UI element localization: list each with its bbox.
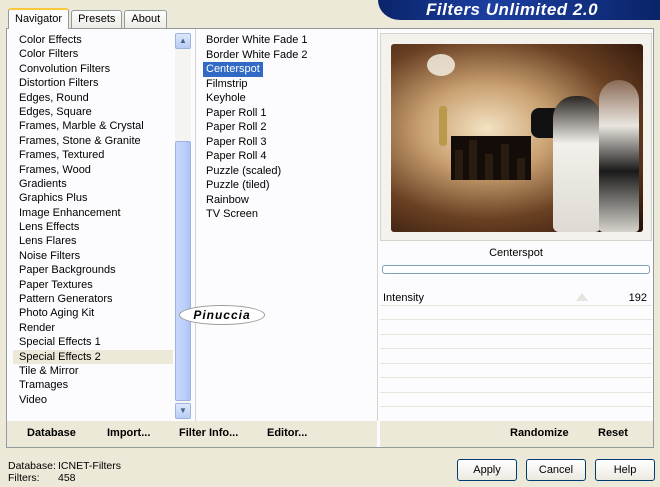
filter-item[interactable]: Paper Roll 1 bbox=[203, 106, 270, 121]
category-item[interactable]: Distortion Filters bbox=[13, 76, 173, 90]
database-value: ICNET-Filters bbox=[58, 460, 121, 472]
category-item[interactable]: Gradients bbox=[13, 177, 173, 191]
category-item[interactable]: Render bbox=[13, 321, 173, 335]
category-item[interactable]: Edges, Square bbox=[13, 105, 173, 119]
filter-item[interactable]: Filmstrip bbox=[203, 77, 251, 92]
filter-item[interactable]: Border White Fade 2 bbox=[203, 48, 311, 63]
editor-button[interactable]: Editor... bbox=[267, 427, 307, 439]
category-item[interactable]: Lens Flares bbox=[13, 234, 173, 248]
scroll-up-button[interactable]: ▲ bbox=[175, 33, 191, 49]
param-row-empty bbox=[380, 378, 652, 393]
divider-right bbox=[377, 29, 378, 421]
chevron-up-icon: ▲ bbox=[179, 36, 187, 45]
database-button[interactable]: Database bbox=[27, 427, 76, 439]
category-list: Color Effects Color Filters Convolution Fi… bbox=[13, 33, 173, 419]
filters-count: 458 bbox=[58, 472, 76, 484]
filter-item[interactable]: Keyhole bbox=[203, 91, 249, 106]
category-item[interactable]: Frames, Wood bbox=[13, 163, 173, 177]
import-button[interactable]: Import... bbox=[107, 427, 150, 439]
preview-filter-name: Centerspot bbox=[489, 247, 543, 259]
filter-item[interactable]: TV Screen bbox=[203, 207, 261, 222]
reset-button[interactable]: Reset bbox=[598, 427, 628, 439]
category-item[interactable]: Frames, Marble & Crystal bbox=[13, 119, 173, 133]
preview-frame bbox=[380, 33, 652, 241]
filters-label: Filters: bbox=[8, 472, 40, 484]
chevron-down-icon: ▼ bbox=[179, 406, 187, 415]
category-item[interactable]: Photo Aging Kit bbox=[13, 306, 173, 320]
filter-item[interactable]: Paper Roll 4 bbox=[203, 149, 270, 164]
param-name: Intensity bbox=[383, 292, 424, 304]
filter-item[interactable]: Paper Roll 3 bbox=[203, 135, 270, 150]
param-row-empty bbox=[380, 349, 652, 364]
param-row-empty bbox=[380, 393, 652, 407]
key-shape bbox=[439, 106, 447, 146]
param-row-empty bbox=[380, 320, 652, 335]
tab-navigator[interactable]: Navigator bbox=[8, 8, 70, 29]
status-area: Database: ICNET-Filters Filters: 458 bbox=[8, 460, 121, 484]
category-item[interactable]: Convolution Filters bbox=[13, 62, 173, 76]
param-value: 192 bbox=[628, 292, 647, 304]
figure-shape bbox=[553, 96, 601, 232]
category-item[interactable]: Paper Textures bbox=[13, 278, 173, 292]
tab-about[interactable]: About bbox=[124, 10, 168, 28]
scroll-down-button[interactable]: ▼ bbox=[175, 403, 191, 419]
randomize-button[interactable]: Randomize bbox=[510, 427, 569, 439]
param-row-empty bbox=[380, 364, 652, 378]
category-item[interactable]: Paper Backgrounds bbox=[13, 263, 173, 277]
category-item[interactable]: Pattern Generators bbox=[13, 292, 173, 306]
parameter-list: Intensity 192 bbox=[380, 291, 652, 407]
category-item[interactable]: Special Effects 2 bbox=[13, 349, 173, 364]
category-scrollbar[interactable]: ▲ ▼ bbox=[175, 33, 191, 419]
category-item[interactable]: Noise Filters bbox=[13, 249, 173, 263]
figure-shape-2 bbox=[599, 80, 639, 232]
parameter-actions-bar: Randomize Reset bbox=[380, 421, 653, 447]
divider-left bbox=[195, 29, 196, 421]
apply-button[interactable]: Apply bbox=[457, 459, 517, 481]
scroll-thumb[interactable] bbox=[175, 141, 191, 401]
help-button[interactable]: Help bbox=[595, 459, 655, 481]
category-item[interactable]: Graphics Plus bbox=[13, 191, 173, 205]
bow-shape bbox=[427, 54, 455, 76]
filter-item[interactable]: Rainbow bbox=[203, 193, 252, 208]
progress-bar bbox=[382, 265, 650, 274]
category-item[interactable]: Edges, Round bbox=[13, 91, 173, 105]
category-item[interactable]: Frames, Textured bbox=[13, 148, 173, 162]
filter-actions-bar: Database Import... Filter Info... Editor… bbox=[7, 421, 377, 447]
tab-bar: Navigator Presets About bbox=[8, 8, 169, 29]
database-label: Database: bbox=[8, 460, 56, 472]
category-item[interactable]: Lens Effects bbox=[13, 220, 173, 234]
navigator-panel: Color Effects Color Filters Convolution Fi… bbox=[6, 28, 654, 448]
category-item[interactable]: Image Enhancement bbox=[13, 206, 173, 220]
param-row-empty bbox=[380, 335, 652, 349]
category-item[interactable]: Tramages bbox=[13, 378, 173, 392]
filter-info-button[interactable]: Filter Info... bbox=[179, 427, 238, 439]
city-shape bbox=[451, 136, 531, 180]
category-item[interactable]: Tile & Mirror bbox=[13, 364, 173, 378]
category-item[interactable]: Special Effects 1 bbox=[13, 335, 173, 349]
filter-item[interactable]: Puzzle (scaled) bbox=[203, 164, 284, 179]
category-item[interactable]: Video bbox=[13, 393, 173, 407]
category-item[interactable]: Color Effects bbox=[13, 33, 173, 47]
category-item[interactable]: Frames, Stone & Granite bbox=[13, 134, 173, 148]
filter-item[interactable]: Puzzle (tiled) bbox=[203, 178, 273, 193]
param-row-empty bbox=[380, 306, 652, 320]
param-row-intensity[interactable]: Intensity 192 bbox=[380, 291, 652, 306]
watermark-logo: Pinuccia bbox=[179, 305, 265, 325]
filter-item[interactable]: Border White Fade 1 bbox=[203, 33, 311, 48]
cancel-button[interactable]: Cancel bbox=[526, 459, 586, 481]
filter-item[interactable]: Centerspot bbox=[203, 62, 263, 77]
filter-item[interactable]: Paper Roll 2 bbox=[203, 120, 270, 135]
tab-presets[interactable]: Presets bbox=[71, 10, 123, 28]
filter-list: Border White Fade 1 Border White Fade 2 Ce… bbox=[203, 33, 373, 222]
slider-marker-icon[interactable] bbox=[576, 293, 588, 301]
category-item[interactable]: Color Filters bbox=[13, 47, 173, 61]
app-banner: Filters Unlimited 2.0 bbox=[378, 0, 660, 20]
preview-image[interactable] bbox=[391, 44, 643, 232]
